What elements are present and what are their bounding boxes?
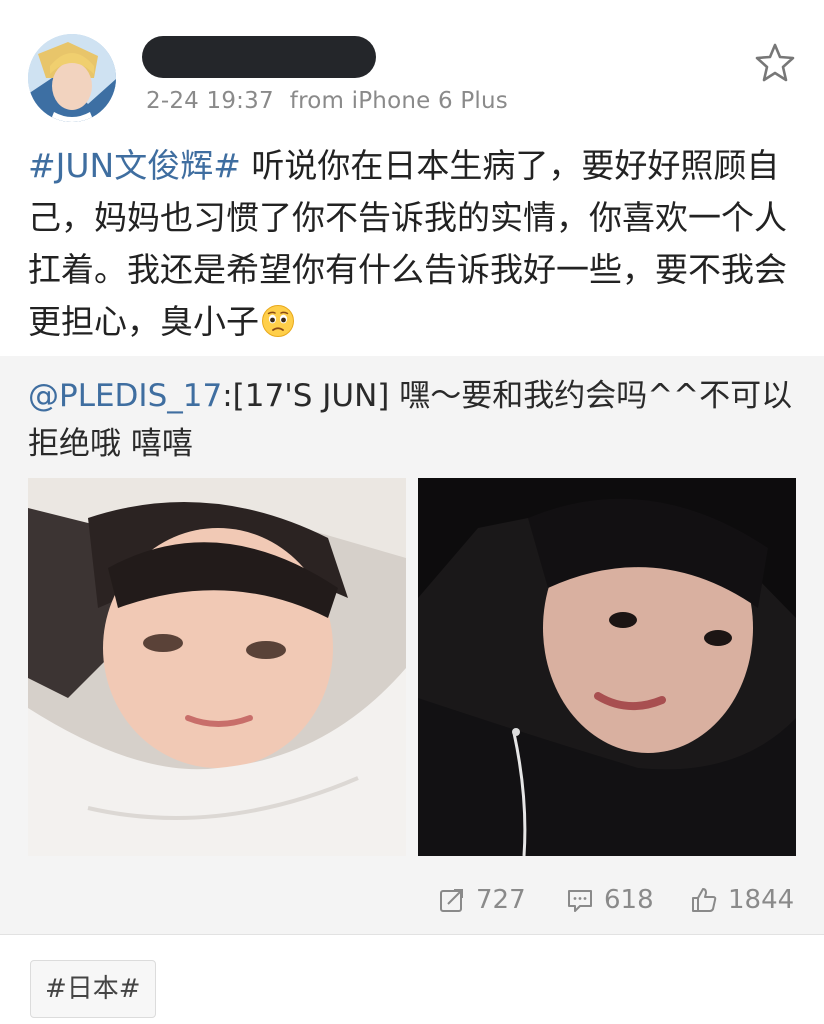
post-meta: 2-24 19:37 from iPhone 6 Plus xyxy=(146,88,508,114)
comment-count: 618 xyxy=(604,885,654,915)
avatar-image xyxy=(28,34,116,122)
avatar[interactable] xyxy=(28,34,116,122)
thumbs-up-icon xyxy=(692,888,717,912)
section-divider xyxy=(0,934,824,935)
repost-mention-link[interactable]: @PLEDIS_17 xyxy=(28,378,222,414)
post-hashtag-link[interactable]: #JUN文俊辉# xyxy=(28,146,241,185)
topic-tag-button[interactable]: #日本# xyxy=(30,960,156,1018)
like-count: 1844 xyxy=(728,885,795,915)
repost-photo-1[interactable] xyxy=(28,478,406,856)
username-redacted[interactable] xyxy=(142,36,376,78)
post-source[interactable]: from iPhone 6 Plus xyxy=(290,88,508,114)
repost-block[interactable]: @PLEDIS_17:[17'S JUN] 嘿～要和我约会吗^^不可以拒绝哦 嘻… xyxy=(0,356,824,934)
favorite-button[interactable] xyxy=(754,42,796,82)
photo-1-image xyxy=(28,478,406,856)
photo-2-image xyxy=(418,478,796,856)
post-header: 2-24 19:37 from iPhone 6 Plus xyxy=(0,0,824,140)
repost-icon xyxy=(440,889,463,912)
post-body: #JUN文俊辉# 听说你在日本生病了，要好好照顾自己，妈妈也习惯了你不告诉我的实… xyxy=(28,140,798,348)
like-action-button[interactable]: 1844 xyxy=(690,880,794,920)
pleading-face-emoji-icon xyxy=(261,304,295,338)
repost-photo-2[interactable] xyxy=(418,478,796,856)
repost-action-button[interactable]: 727 xyxy=(438,880,526,920)
post-timestamp: 2-24 19:37 xyxy=(146,88,274,114)
comment-icon xyxy=(568,890,592,912)
weibo-post-card: 2-24 19:37 from iPhone 6 Plus #JUN文俊辉# 听说… xyxy=(0,0,824,1024)
repost-count: 727 xyxy=(476,885,526,915)
star-icon xyxy=(755,43,795,82)
comment-action-button[interactable]: 618 xyxy=(566,880,654,920)
repost-text: @PLEDIS_17:[17'S JUN] 嘿～要和我约会吗^^不可以拒绝哦 嘻… xyxy=(28,372,808,468)
